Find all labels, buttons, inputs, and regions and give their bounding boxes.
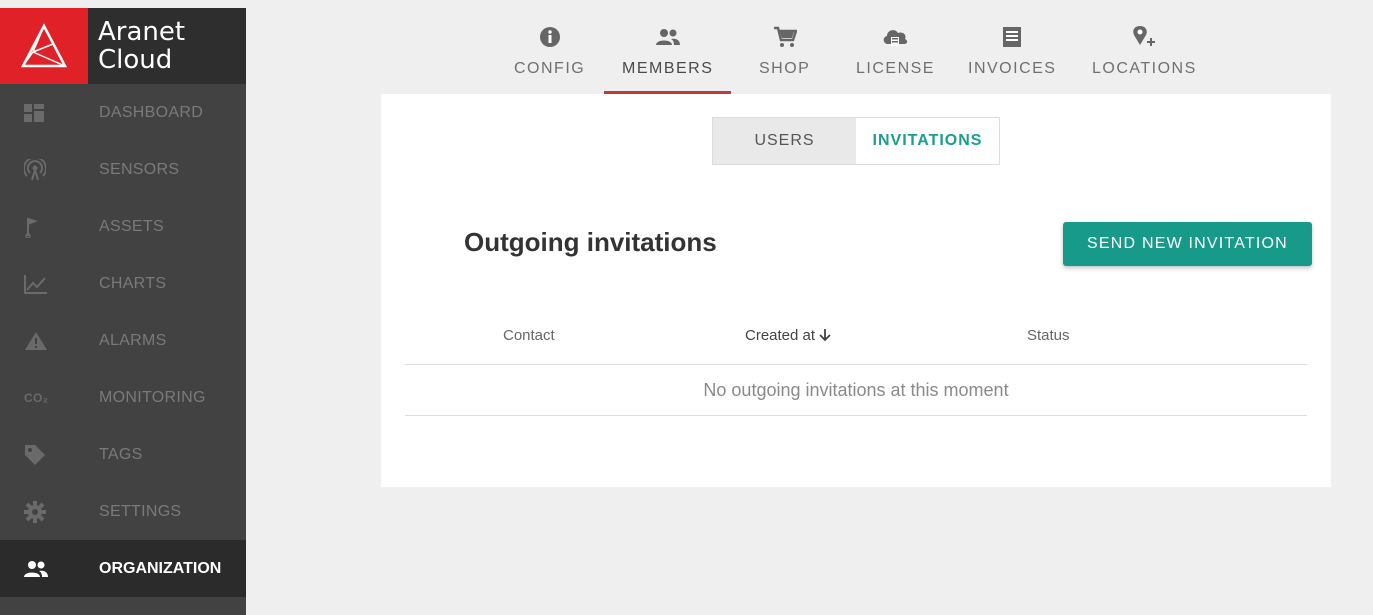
brand-line2: Cloud (98, 45, 173, 75)
sidebar-item-label: DASHBOARD (99, 103, 204, 121)
sidebar-item-tags[interactable]: TAGS (0, 426, 246, 483)
sensor-signal-icon (24, 158, 72, 181)
tab-invoices[interactable]: INVOICES (968, 22, 1056, 94)
sidebar-item-monitoring[interactable]: CO₂ MONITORING (0, 369, 246, 426)
sidebar-item-label: ORGANIZATION (99, 559, 222, 577)
segment-invitations[interactable]: INVITATIONS (856, 118, 999, 164)
sidebar-item-label: CHARTS (99, 274, 167, 292)
tab-shop[interactable]: SHOP (759, 22, 810, 94)
tab-label: CONFIG (514, 60, 586, 77)
tab-label: SHOP (759, 60, 811, 77)
location-add-icon (1131, 22, 1157, 52)
gear-icon (24, 500, 72, 523)
people-icon (655, 22, 681, 52)
sidebar-item-label: ASSETS (99, 217, 164, 235)
sidebar-item-label: TAGS (99, 445, 143, 463)
sidebar-item-label: SETTINGS (99, 502, 182, 520)
tab-label: LOCATIONS (1092, 60, 1197, 77)
sidebar-item-charts[interactable]: CHARTS (0, 255, 246, 312)
dashboard-icon (24, 103, 72, 122)
segment-users[interactable]: USERS (713, 118, 856, 164)
sidebar-item-dashboard[interactable]: DASHBOARD (0, 84, 246, 141)
column-contact[interactable]: Contact (503, 327, 555, 344)
column-created-at-label: Created at (745, 327, 816, 344)
sidebar-item-label: SENSORS (99, 160, 180, 178)
chart-line-icon (24, 274, 72, 294)
brand-line1: Aranet (98, 17, 186, 47)
sidebar: Aranet Cloud DASHBOARD SENSORS ASSETS CH… (0, 8, 246, 615)
table-header: Contact Created at Status (405, 314, 1307, 365)
sidebar-item-label: ALARMS (99, 331, 167, 349)
users-invitations-toggle: USERS INVITATIONS (712, 117, 1000, 165)
sidebar-item-sensors[interactable]: SENSORS (0, 141, 246, 198)
tab-config[interactable]: CONFIG (514, 22, 585, 94)
tab-license[interactable]: LICENSE (856, 22, 935, 94)
column-status[interactable]: Status (1027, 327, 1070, 344)
people-icon (24, 560, 72, 578)
send-new-invitation-button[interactable]: SEND NEW INVITATION (1063, 222, 1312, 266)
info-icon (539, 22, 561, 52)
tab-label: MEMBERS (622, 60, 714, 77)
cart-icon (773, 22, 797, 52)
brand[interactable]: Aranet Cloud (0, 8, 246, 84)
brand-name: Aranet Cloud (88, 8, 246, 84)
sort-descending-icon (819, 327, 831, 344)
cloud-license-icon (881, 22, 909, 52)
tag-icon (24, 444, 72, 466)
page-title: Outgoing invitations (464, 227, 717, 257)
document-icon (1002, 22, 1022, 52)
invitations-card: USERS INVITATIONS Outgoing invitations S… (381, 94, 1331, 487)
co2-icon: CO₂ (24, 390, 49, 405)
aranet-logo (0, 8, 88, 84)
sidebar-item-alarms[interactable]: ALARMS (0, 312, 246, 369)
empty-state-message: No outgoing invitations at this moment (405, 365, 1307, 416)
tab-members[interactable]: MEMBERS (603, 22, 732, 94)
flag-icon (24, 216, 72, 238)
sidebar-item-assets[interactable]: ASSETS (0, 198, 246, 255)
tab-label: INVOICES (968, 60, 1057, 77)
tab-locations[interactable]: LOCATIONS (1092, 22, 1197, 94)
warning-icon (24, 331, 72, 351)
tab-label: LICENSE (856, 60, 935, 77)
column-created-at[interactable]: Created at (745, 327, 831, 344)
top-navigation: CONFIG MEMBERS SHOP LICENSE INVOICES LOC… (246, 8, 1373, 94)
sidebar-item-organization[interactable]: ORGANIZATION (0, 540, 246, 597)
sidebar-item-settings[interactable]: SETTINGS (0, 483, 246, 540)
sidebar-item-label: MONITORING (99, 388, 206, 406)
